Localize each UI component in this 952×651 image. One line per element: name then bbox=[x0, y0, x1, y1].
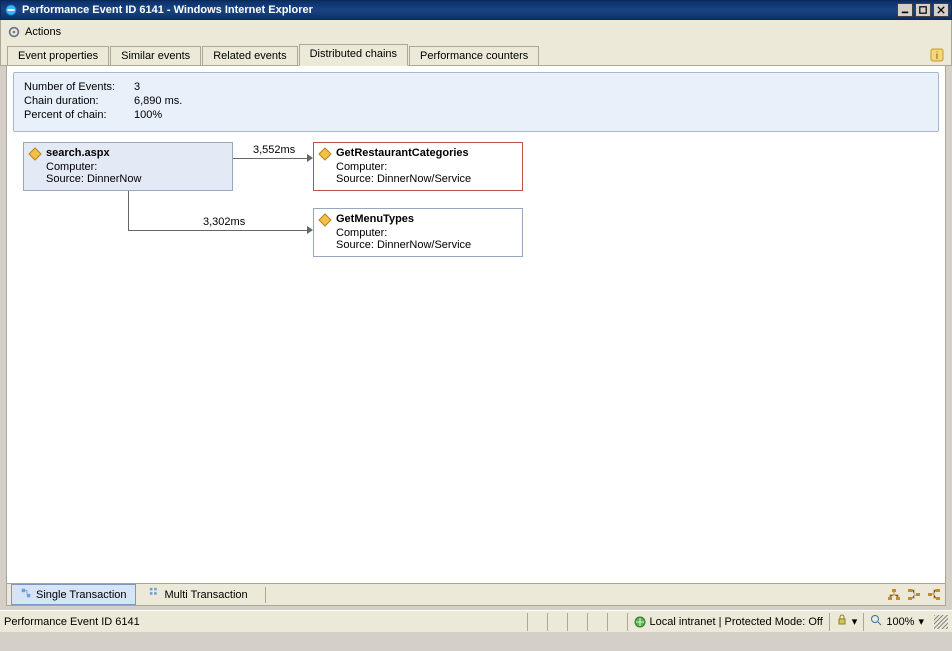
tab-event-properties[interactable]: Event properties bbox=[7, 46, 109, 65]
transaction-icon bbox=[149, 587, 161, 602]
edge-label: 3,302ms bbox=[203, 216, 245, 228]
window-titlebar: Performance Event ID 6141 - Windows Inte… bbox=[0, 0, 952, 20]
status-cell-empty bbox=[587, 613, 607, 631]
tree-layout-3-icon[interactable] bbox=[927, 588, 941, 602]
node-title: search.aspx bbox=[46, 147, 226, 159]
zoom-selector[interactable]: 100% ▾ bbox=[863, 613, 930, 631]
content-pane: Number of Events: 3 Chain duration: 6,89… bbox=[6, 66, 946, 606]
tree-layout-1-icon[interactable] bbox=[887, 588, 901, 602]
help-icon[interactable]: i bbox=[929, 47, 945, 63]
intranet-icon bbox=[634, 616, 646, 628]
tab-bar: Event properties Similar events Related … bbox=[0, 44, 952, 66]
summary-row-duration: Chain duration: 6,890 ms. bbox=[24, 95, 928, 107]
edge-line bbox=[128, 230, 311, 231]
edge-line bbox=[128, 190, 129, 230]
chain-node-search[interactable]: search.aspx Computer: Source: DinnerNow bbox=[23, 142, 233, 191]
multi-transaction-button[interactable]: Multi Transaction bbox=[140, 584, 257, 605]
actions-label[interactable]: Actions bbox=[25, 26, 61, 38]
status-cell-empty bbox=[607, 613, 627, 631]
node-source: Source: DinnerNow/Service bbox=[336, 173, 516, 185]
window-controls bbox=[897, 3, 949, 17]
node-computer: Computer: bbox=[46, 161, 226, 173]
status-cell-empty bbox=[547, 613, 567, 631]
node-title: GetRestaurantCategories bbox=[336, 147, 516, 159]
divider bbox=[265, 587, 266, 603]
event-icon bbox=[318, 213, 332, 227]
transaction-icon bbox=[20, 587, 32, 602]
node-title: GetMenuTypes bbox=[336, 213, 516, 225]
tree-layout-2-icon[interactable] bbox=[907, 588, 921, 602]
status-left-text: Performance Event ID 6141 bbox=[4, 616, 150, 628]
event-icon bbox=[318, 147, 332, 161]
node-source: Source: DinnerNow bbox=[46, 173, 226, 185]
actions-icon bbox=[7, 25, 21, 39]
chain-node-getrestaurantcategories[interactable]: GetRestaurantCategories Computer: Source… bbox=[313, 142, 523, 191]
status-cell-empty bbox=[527, 613, 547, 631]
edge-label: 3,552ms bbox=[253, 144, 295, 156]
window-title: Performance Event ID 6141 - Windows Inte… bbox=[22, 4, 897, 16]
summary-row-events: Number of Events: 3 bbox=[24, 81, 928, 93]
chain-canvas: 3,552ms 3,302ms search.aspx Computer: So… bbox=[13, 138, 939, 538]
event-icon bbox=[28, 147, 42, 161]
zoom-icon bbox=[870, 614, 882, 629]
node-computer: Computer: bbox=[336, 227, 516, 239]
summary-box: Number of Events: 3 Chain duration: 6,89… bbox=[13, 72, 939, 132]
zoom-value: 100% bbox=[886, 616, 914, 628]
summary-row-percent: Percent of chain: 100% bbox=[24, 109, 928, 121]
dropdown-icon: ▾ bbox=[918, 615, 924, 628]
tab-related-events[interactable]: Related events bbox=[202, 46, 297, 65]
lock-icon bbox=[836, 614, 848, 629]
edge-line bbox=[233, 158, 311, 159]
maximize-button[interactable] bbox=[915, 3, 931, 17]
status-cell-empty bbox=[567, 613, 587, 631]
tab-performance-counters[interactable]: Performance counters bbox=[409, 46, 539, 65]
status-zone[interactable]: Local intranet | Protected Mode: Off bbox=[627, 613, 829, 631]
close-button[interactable] bbox=[933, 3, 949, 17]
tab-similar-events[interactable]: Similar events bbox=[110, 46, 201, 65]
node-source: Source: DinnerNow/Service bbox=[336, 239, 516, 251]
resize-grip[interactable] bbox=[934, 615, 948, 629]
svg-text:i: i bbox=[936, 51, 938, 62]
actions-toolbar: Actions bbox=[0, 20, 952, 44]
single-transaction-button[interactable]: Single Transaction bbox=[11, 584, 136, 605]
status-bar: Performance Event ID 6141 Local intranet… bbox=[0, 610, 952, 632]
layout-icons bbox=[887, 588, 941, 602]
mode-bar: Single Transaction Multi Transaction bbox=[7, 583, 945, 605]
dropdown-icon: ▾ bbox=[852, 615, 858, 628]
node-computer: Computer: bbox=[336, 161, 516, 173]
minimize-button[interactable] bbox=[897, 3, 913, 17]
status-security[interactable]: ▾ bbox=[829, 613, 864, 631]
tab-distributed-chains[interactable]: Distributed chains bbox=[299, 44, 408, 66]
chain-node-getmenutypes[interactable]: GetMenuTypes Computer: Source: DinnerNow… bbox=[313, 208, 523, 257]
ie-icon bbox=[4, 3, 18, 17]
